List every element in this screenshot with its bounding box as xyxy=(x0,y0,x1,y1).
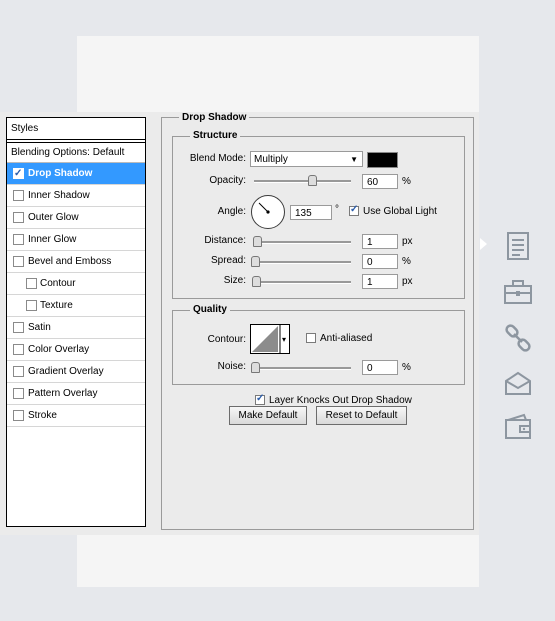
use-global-light-label: Use Global Light xyxy=(363,206,437,217)
blending-options[interactable]: Blending Options: Default xyxy=(7,142,145,163)
style-checkbox[interactable] xyxy=(13,212,24,223)
style-item-texture[interactable]: Texture xyxy=(7,295,145,317)
style-checkbox[interactable] xyxy=(13,234,24,245)
reset-to-default-button[interactable]: Reset to Default xyxy=(316,406,407,425)
chevron-down-icon: ▼ xyxy=(350,155,358,164)
size-label: Size: xyxy=(223,275,246,286)
style-item-outer-glow[interactable]: Outer Glow xyxy=(7,207,145,229)
spread-label: Spread: xyxy=(210,255,246,266)
style-checkbox[interactable] xyxy=(13,388,24,399)
distance-input[interactable]: 1 xyxy=(362,234,398,249)
style-item-label: Inner Glow xyxy=(28,234,77,245)
spread-unit: % xyxy=(402,256,411,267)
styles-panel: Styles Blending Options: Default Drop Sh… xyxy=(6,117,146,527)
toolbox-icon[interactable] xyxy=(502,276,534,308)
blend-mode-label: Blend Mode: xyxy=(189,153,246,164)
style-checkbox[interactable] xyxy=(26,278,37,289)
svg-text:▾: ▾ xyxy=(282,335,286,344)
style-item-label: Inner Shadow xyxy=(28,190,90,201)
style-checkbox[interactable] xyxy=(13,322,24,333)
style-checkbox[interactable] xyxy=(13,256,24,267)
style-item-inner-glow[interactable]: Inner Glow xyxy=(7,229,145,251)
styles-header[interactable]: Styles xyxy=(7,118,145,140)
style-checkbox[interactable] xyxy=(13,344,24,355)
shadow-color-swatch[interactable] xyxy=(367,152,398,168)
envelope-icon[interactable] xyxy=(502,367,534,399)
drop-shadow-title: Drop Shadow xyxy=(179,112,250,124)
style-item-inner-shadow[interactable]: Inner Shadow xyxy=(7,185,145,207)
noise-slider-track[interactable] xyxy=(254,367,351,370)
opacity-slider-track[interactable] xyxy=(254,180,351,183)
opacity-slider-thumb[interactable] xyxy=(308,175,318,186)
knockout-checkbox[interactable] xyxy=(255,393,265,405)
noise-input[interactable]: 0 xyxy=(362,360,398,375)
make-default-button[interactable]: Make Default xyxy=(229,406,307,425)
style-item-contour[interactable]: Contour xyxy=(7,273,145,295)
distance-label: Distance: xyxy=(204,235,246,246)
style-item-stroke[interactable]: Stroke xyxy=(7,405,145,427)
angle-needle-icon xyxy=(258,202,270,214)
noise-label: Noise: xyxy=(217,361,246,372)
opacity-unit: % xyxy=(402,176,411,187)
style-item-label: Color Overlay xyxy=(28,344,90,355)
blend-mode-select[interactable]: Multiply ▼ xyxy=(250,151,363,167)
distance-unit: px xyxy=(402,236,413,247)
style-item-label: Stroke xyxy=(28,410,57,421)
style-item-color-overlay[interactable]: Color Overlay xyxy=(7,339,145,361)
style-item-label: Contour xyxy=(40,278,76,289)
spread-input[interactable]: 0 xyxy=(362,254,398,269)
wallet-icon[interactable] xyxy=(502,411,534,443)
size-slider-track[interactable] xyxy=(254,281,351,284)
distance-slider-thumb[interactable] xyxy=(253,236,262,247)
structure-group: Structure Blend Mode: Multiply ▼ Opacity… xyxy=(172,130,465,299)
panel-pointer xyxy=(480,238,487,250)
style-item-drop-shadow[interactable]: Drop Shadow xyxy=(7,163,145,185)
style-checkbox[interactable] xyxy=(13,163,24,184)
style-checkbox[interactable] xyxy=(26,300,37,311)
contour-curve-icon: ▾ xyxy=(252,325,286,353)
blend-mode-value: Multiply xyxy=(254,154,288,165)
style-item-label: Texture xyxy=(40,300,73,311)
size-slider-thumb[interactable] xyxy=(252,276,261,287)
style-item-label: Drop Shadow xyxy=(28,168,93,179)
contour-label: Contour: xyxy=(207,334,246,345)
style-item-label: Pattern Overlay xyxy=(28,388,98,399)
layer-style-dialog: Styles Blending Options: Default Drop Sh… xyxy=(0,112,479,535)
style-item-gradient-overlay[interactable]: Gradient Overlay xyxy=(7,361,145,383)
noise-unit: % xyxy=(402,362,411,373)
size-input[interactable]: 1 xyxy=(362,274,398,289)
angle-unit: ° xyxy=(335,204,339,215)
quality-group: Quality Contour: ▾ Anti-aliased Noise: 0… xyxy=(172,304,465,385)
style-item-label: Gradient Overlay xyxy=(28,366,104,377)
spread-slider-track[interactable] xyxy=(254,261,351,264)
size-unit: px xyxy=(402,276,413,287)
anti-aliased-checkbox[interactable] xyxy=(306,333,316,343)
style-item-label: Bevel and Emboss xyxy=(28,256,112,267)
style-checkbox[interactable] xyxy=(13,410,24,421)
style-item-pattern-overlay[interactable]: Pattern Overlay xyxy=(7,383,145,405)
opacity-label: Opacity: xyxy=(209,175,246,186)
anti-aliased-label: Anti-aliased xyxy=(320,333,373,344)
angle-dial[interactable] xyxy=(251,195,285,229)
style-item-satin[interactable]: Satin xyxy=(7,317,145,339)
style-checkbox[interactable] xyxy=(13,190,24,201)
style-item-label: Outer Glow xyxy=(28,212,79,223)
quality-title: Quality xyxy=(190,304,230,316)
style-item-bevel-and-emboss[interactable]: Bevel and Emboss xyxy=(7,251,145,273)
document-icon[interactable] xyxy=(502,230,534,262)
style-list: Drop Shadow Inner Shadow Outer Glow Inner G… xyxy=(7,163,145,427)
link-icon[interactable] xyxy=(502,322,534,354)
distance-slider-track[interactable] xyxy=(254,241,351,244)
opacity-input[interactable]: 60 xyxy=(362,174,398,189)
spread-slider-thumb[interactable] xyxy=(251,256,260,267)
style-item-label: Satin xyxy=(28,322,51,333)
angle-input[interactable]: 135 xyxy=(290,205,332,220)
contour-picker[interactable]: ▾ xyxy=(250,324,290,354)
noise-slider-thumb[interactable] xyxy=(251,362,260,373)
style-checkbox[interactable] xyxy=(13,366,24,377)
angle-label: Angle: xyxy=(217,206,246,217)
structure-title: Structure xyxy=(190,130,241,142)
drop-shadow-group: Drop Shadow Structure Blend Mode: Multip… xyxy=(161,112,474,530)
use-global-light-checkbox[interactable] xyxy=(349,204,359,216)
